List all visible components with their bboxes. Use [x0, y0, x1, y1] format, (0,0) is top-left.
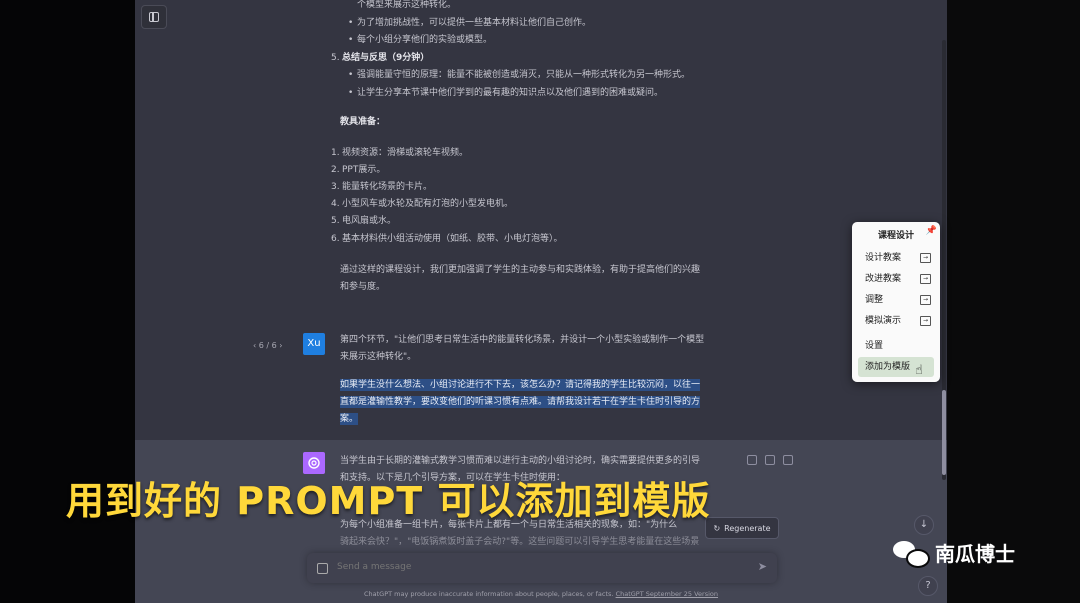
list-number: 3.	[331, 182, 340, 192]
sidebar-toggle-button[interactable]	[141, 5, 167, 29]
thumbs-down-icon[interactable]	[783, 455, 793, 465]
text-line: 通过这样的课程设计，我们更加强调了学生的主动参与和实践体验，有助于提高他们的兴趣	[340, 265, 701, 275]
list-number: 5.	[331, 53, 340, 63]
bullet: •	[348, 35, 354, 45]
openai-logo-icon	[308, 457, 320, 469]
disclaimer: ChatGPT may produce inaccurate informati…	[135, 590, 947, 598]
text-line: 每个小组分享他们的实验或模型。	[357, 35, 493, 45]
list-number: 2.	[331, 165, 340, 175]
copy-icon[interactable]	[747, 455, 757, 465]
menu-item-simulate[interactable]: 模拟演示 →	[865, 313, 931, 329]
selected-text[interactable]: 案。	[340, 413, 359, 425]
insert-icon: →	[920, 316, 931, 326]
assistant-text-line: 当学生由于长期的灌输式教学习惯而难以进行主动的小组讨论时，确实需要提供更多的引导	[340, 456, 701, 466]
message-input-bar: ➤	[307, 553, 777, 583]
bullet: •	[348, 88, 354, 98]
watermark-text: 南瓜博士	[935, 542, 1015, 566]
text-line: 让学生分享本节课中他们学到的最有趣的知识点以及他们遇到的困难或疑问。	[357, 88, 664, 98]
text-line: 和参与度。	[340, 282, 386, 292]
text-line: 强调能量守恒的原理：能量不能被创造或消灭，只能从一种形式转化为另一种形式。	[357, 70, 691, 80]
list-item: 基本材料供小组活动使用（如纸、胶带、小电灯泡等）。	[342, 234, 563, 244]
menu-item-label: 模拟演示	[865, 316, 902, 326]
assistant-text-line: 骑起来会快？"，"电饭锅煮饭时盖子会动?"等。这些问题可以引导学生思考能量在这些…	[340, 537, 700, 547]
text-line: 为了增加挑战性，可以提供一些基本材料让他们自己创作。	[357, 18, 592, 28]
insert-icon: →	[920, 274, 931, 284]
refresh-icon: ↻	[713, 523, 721, 533]
thumbs-up-icon[interactable]	[765, 455, 775, 465]
prompt-template-menu: 课程设计 📌 设计教案 → 改进教案 → 调整 → 模拟演示 → 设置 添加为模…	[852, 222, 940, 382]
watermark: 南瓜博士	[893, 538, 1015, 568]
insert-icon: →	[920, 253, 931, 263]
menu-item-adjust[interactable]: 调整 →	[865, 292, 931, 308]
list-item: PPT展示。	[342, 165, 386, 175]
hand-cursor-icon: ☝	[915, 363, 923, 378]
user-text-line: 第四个环节，"让他们思考日常生活中的能量转化场景，并设计一个小型实验或制作一个模…	[340, 335, 705, 345]
scroll-down-button[interactable]: ↓	[914, 515, 934, 535]
message-actions	[747, 455, 793, 465]
selected-text[interactable]: 直都是灌输性教学，要改变他们的听课习惯有点难。请帮我设计若干在学生卡住时引导的方	[340, 396, 701, 408]
menu-item-settings[interactable]: 设置	[865, 338, 931, 354]
scrollbar-thumb[interactable]	[942, 390, 946, 475]
regenerate-label: Regenerate	[724, 523, 771, 533]
menu-item-label: 调整	[865, 295, 884, 305]
list-number: 5.	[331, 216, 340, 226]
list-item: 能量转化场景的卡片。	[342, 182, 433, 192]
help-button[interactable]: ?	[918, 576, 938, 596]
video-caption: 用到好的 PROMPT 可以添加到模版	[66, 479, 711, 523]
user-text-line: 来展示这种转化"。	[340, 352, 417, 362]
menu-item-label: 改进教案	[865, 274, 902, 284]
attachment-icon[interactable]	[317, 563, 328, 574]
menu-item-improve-plan[interactable]: 改进教案 →	[865, 271, 931, 287]
sidebar-icon	[149, 12, 159, 22]
section-heading: 教具准备：	[340, 117, 386, 127]
pin-icon[interactable]: 📌	[926, 226, 937, 236]
list-item: 电风扇或水。	[342, 216, 397, 226]
version-link[interactable]: ChatGPT September 25 Version	[616, 590, 718, 598]
menu-item-design-plan[interactable]: 设计教案 →	[865, 250, 931, 266]
regenerate-button[interactable]: ↻ Regenerate	[705, 517, 779, 539]
list-item: 小型风车或水轮及配有灯泡的小型发电机。	[342, 199, 514, 209]
disclaimer-text: ChatGPT may produce inaccurate informati…	[363, 590, 614, 598]
menu-item-label: 设置	[865, 341, 884, 351]
user-avatar: Xu	[303, 333, 325, 355]
list-number: 1.	[331, 148, 340, 158]
selected-text[interactable]: 如果学生没什么想法、小组讨论进行不下去，该怎么办？请记得我的学生比较沉闷，以往一	[340, 379, 701, 391]
insert-icon: →	[920, 295, 931, 305]
message-pager[interactable]: ‹ 6 / 6 ›	[253, 337, 282, 355]
list-number: 6.	[331, 234, 340, 244]
list-number: 4.	[331, 199, 340, 209]
bullet: •	[348, 70, 354, 80]
section-heading: 总结与反思（9分钟）	[342, 53, 430, 63]
send-icon[interactable]: ➤	[758, 560, 767, 573]
text-line: 个模型来展示这种转化。	[357, 0, 457, 10]
list-item: 视频资源：滑梯或滚轮车视频。	[342, 148, 469, 158]
bullet: •	[348, 18, 354, 28]
menu-item-label: 设计教案	[865, 253, 902, 263]
message-input[interactable]	[335, 561, 719, 573]
wechat-icon	[893, 539, 930, 568]
menu-item-label: 添加为模版	[865, 362, 911, 372]
right-black-area	[947, 0, 1080, 603]
